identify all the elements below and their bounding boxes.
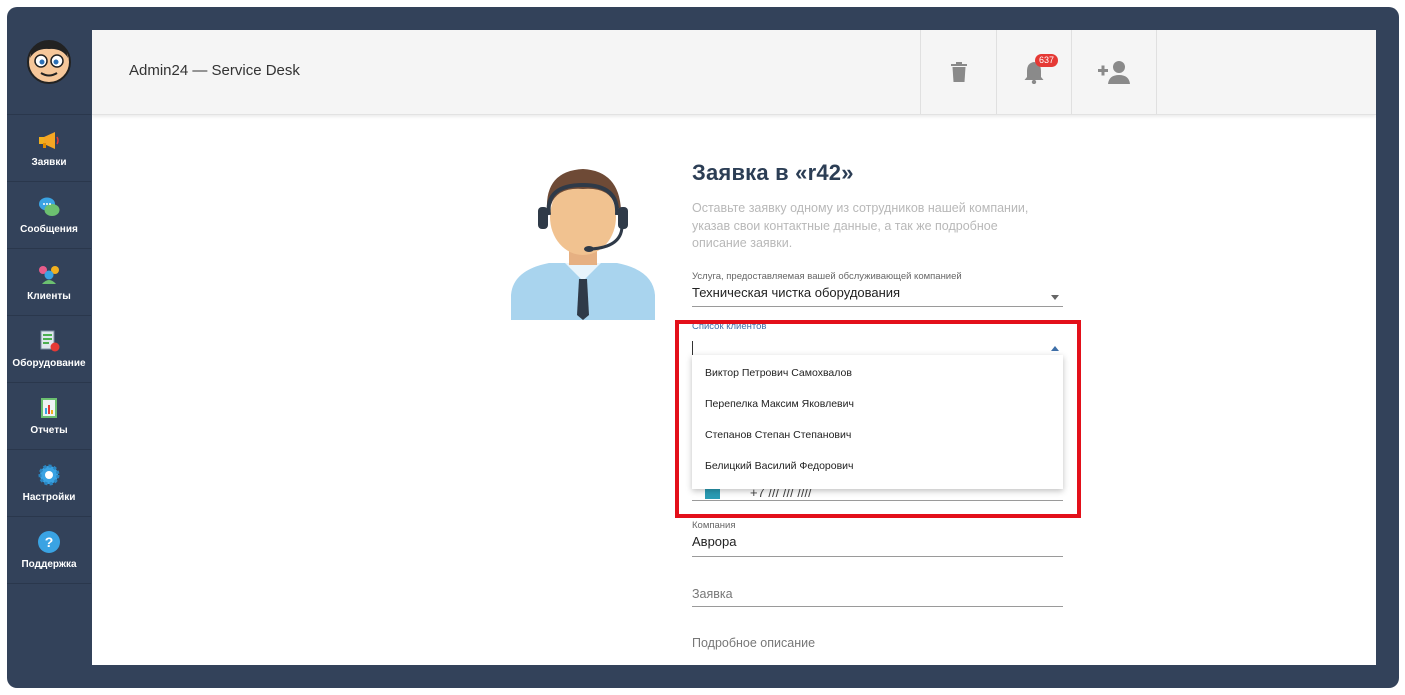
sidebar-item-label: Заявки [31, 157, 67, 168]
people-icon [39, 266, 59, 284]
user-avatar-icon [27, 39, 71, 84]
app-frame: Заявки Сообщения Клиенты Оборудование От… [7, 7, 1399, 688]
report-icon [41, 398, 57, 418]
clients-dropdown: Виктор Петрович Самохвалов Перепелка Мак… [692, 355, 1063, 489]
request-field[interactable]: Заявка [692, 587, 1063, 607]
avatar[interactable] [7, 7, 91, 115]
sidebar-item-label: Поддержка [21, 559, 77, 570]
service-select[interactable]: Услуга, предоставляемая вашей обслуживаю… [692, 271, 1063, 307]
delete-button[interactable] [920, 30, 996, 114]
sidebar-item-label: Клиенты [27, 291, 71, 302]
request-placeholder: Заявка [692, 587, 733, 601]
chevron-up-icon [1051, 346, 1059, 351]
sidebar: Заявки Сообщения Клиенты Оборудование От… [7, 7, 91, 688]
dropdown-option[interactable]: Белицкий Василий Федорович [692, 451, 1063, 482]
support-agent-illustration [511, 169, 655, 320]
company-field[interactable]: Компания Аврора [692, 520, 1063, 557]
sidebar-item-label: Сообщения [20, 224, 78, 235]
equipment-icon [40, 330, 60, 352]
add-user-icon [1098, 61, 1130, 84]
clients-value [692, 335, 1063, 352]
sidebar-item-messages[interactable]: Сообщения [7, 182, 91, 249]
sidebar-item-requests[interactable]: Заявки [7, 115, 91, 182]
chevron-down-icon [1051, 295, 1059, 300]
phone-underline [692, 500, 1063, 501]
sidebar-item-label: Отчеты [30, 425, 68, 436]
text-cursor [692, 341, 693, 355]
app-title: Admin24 — Service Desk [129, 62, 300, 79]
dropdown-option[interactable]: Виктор Петрович Самохвалов [692, 358, 1063, 389]
main-panel: Admin24 — Service Desk 637 Заявка в «r42… [92, 30, 1376, 665]
details-placeholder: Подробное описание [692, 636, 816, 650]
dropdown-option[interactable]: Степанов Степан Степанович [692, 420, 1063, 451]
notification-count-badge: 637 [1035, 54, 1059, 67]
help-icon: ? [38, 531, 60, 553]
sidebar-item-support[interactable]: ? Поддержка [7, 517, 91, 584]
form-description: Оставьте заявку одному из сотрудников на… [692, 201, 1029, 250]
sidebar-item-label: Оборудование [12, 358, 86, 369]
dropdown-option[interactable]: Перепелка Максим Яковлевич [692, 389, 1063, 420]
company-label: Компания [692, 520, 736, 531]
notifications-button[interactable]: 637 [996, 30, 1071, 114]
megaphone-icon [39, 132, 59, 149]
chat-bubbles-icon [39, 197, 60, 216]
sidebar-item-equipment[interactable]: Оборудование [7, 316, 91, 383]
add-user-button[interactable] [1071, 30, 1157, 114]
gear-icon [38, 464, 60, 486]
clients-select[interactable]: Список клиентов [692, 321, 1063, 358]
details-field[interactable]: Подробное описание [692, 636, 1063, 656]
sidebar-item-settings[interactable]: Настройки [7, 450, 91, 517]
top-bar: Admin24 — Service Desk 637 [92, 30, 1376, 115]
company-value: Аврора [692, 534, 737, 549]
service-value: Техническая чистка оборудования [692, 285, 901, 300]
trash-icon [950, 62, 967, 82]
form-title: Заявка в «r42» [692, 160, 854, 185]
sidebar-item-label: Настройки [22, 492, 76, 503]
service-label: Услуга, предоставляемая вашей обслуживаю… [692, 271, 962, 282]
svg-text:?: ? [45, 534, 54, 550]
clients-label: Список клиентов [692, 321, 767, 332]
sidebar-item-reports[interactable]: Отчеты [7, 383, 91, 450]
sidebar-item-clients[interactable]: Клиенты [7, 249, 91, 316]
